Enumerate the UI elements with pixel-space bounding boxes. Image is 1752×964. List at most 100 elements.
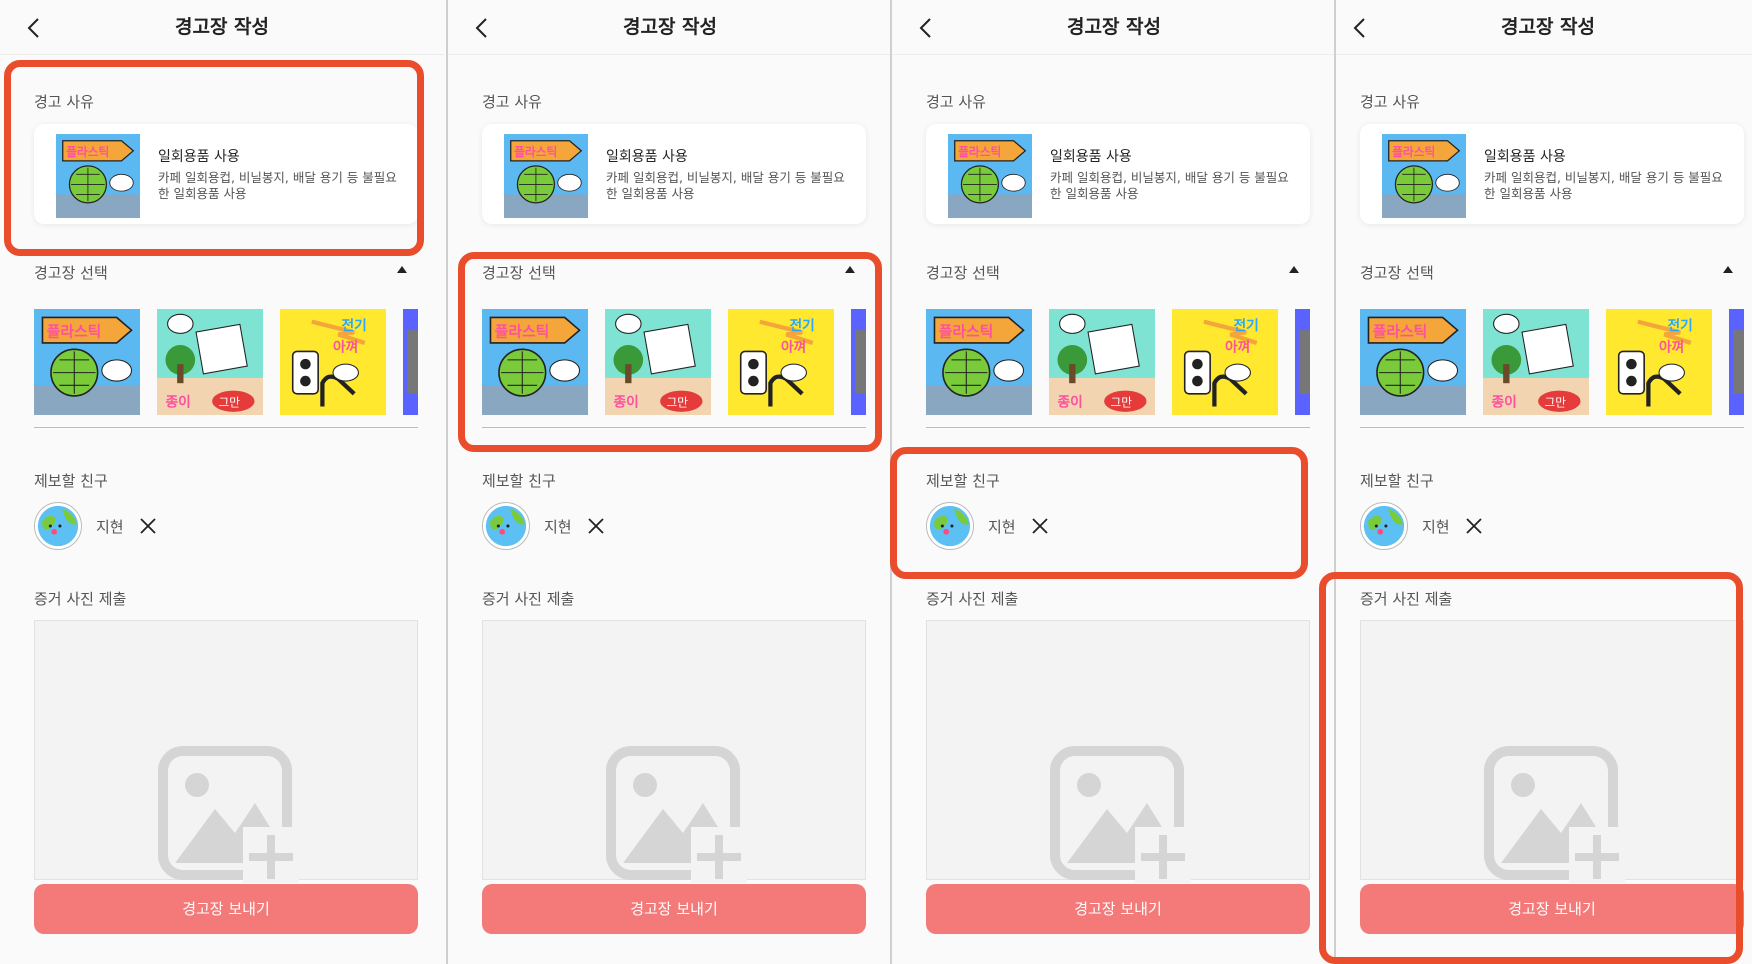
svg-text:전기: 전기 bbox=[789, 317, 814, 334]
reason-card-description: 카페 일회용컵, 비닐봉지, 배달 용기 등 불필요한 일회용품 사용 bbox=[606, 170, 845, 201]
svg-text:플라스틱: 플라스틱 bbox=[66, 145, 109, 159]
svg-text:플라스틱: 플라스틱 bbox=[495, 323, 550, 341]
collapse-caret-icon[interactable] bbox=[397, 266, 407, 273]
friend-chip: 지현 bbox=[482, 502, 682, 552]
svg-text:그만: 그만 bbox=[1544, 396, 1566, 410]
screen-2: 경고장 작성 경고 사유 플라스틱 일회용품 사용 카페 일회용컵, 비닐봉지,… bbox=[446, 0, 890, 964]
evidence-photo-upload[interactable] bbox=[34, 620, 418, 883]
screen-3: 경고장 작성 경고 사유 플라스틱 일회용품 사용 카페 일회용컵, 비닐봉지,… bbox=[890, 0, 1334, 964]
svg-text:아껴: 아껴 bbox=[333, 338, 358, 355]
svg-text:그만: 그만 bbox=[218, 396, 240, 410]
header: 경고장 작성 bbox=[0, 0, 444, 55]
svg-text:아껴: 아껴 bbox=[1225, 338, 1250, 355]
svg-text:종이: 종이 bbox=[1491, 394, 1516, 411]
friend-name: 지현 bbox=[988, 518, 1016, 536]
svg-text:종이: 종이 bbox=[1057, 394, 1082, 411]
header: 경고장 작성 bbox=[448, 0, 890, 55]
warning-card-paper[interactable]: 종이 그만 bbox=[605, 309, 711, 415]
friend-label: 제보할 친구 bbox=[1360, 472, 1434, 490]
svg-text:플라스틱: 플라스틱 bbox=[958, 145, 1001, 159]
reason-card[interactable]: 플라스틱 일회용품 사용 카페 일회용컵, 비닐봉지, 배달 용기 등 불필요한… bbox=[34, 124, 418, 224]
storyboard: 경고장 작성 경고 사유 플라스틱 일회용품 사용 카페 일회용컵, 비닐봉지,… bbox=[0, 0, 1752, 964]
reason-card-description: 카페 일회용컵, 비닐봉지, 배달 용기 등 불필요한 일회용품 사용 bbox=[1050, 170, 1289, 201]
reason-card-title: 일회용품 사용 bbox=[606, 149, 688, 165]
earth-avatar-icon bbox=[926, 502, 974, 550]
collapse-caret-icon[interactable] bbox=[1723, 266, 1733, 273]
warning-card-electricity[interactable]: 전기아껴 bbox=[1172, 309, 1278, 415]
remove-friend-icon[interactable] bbox=[1464, 516, 1484, 536]
plastic-warning-card-icon: 플라스틱 bbox=[948, 134, 1032, 218]
selection-divider bbox=[926, 427, 1310, 428]
reason-card[interactable]: 플라스틱 일회용품 사용 카페 일회용컵, 비닐봉지, 배달 용기 등 불필요한… bbox=[926, 124, 1310, 224]
friend-chip: 지현 bbox=[926, 502, 1126, 552]
remove-friend-icon[interactable] bbox=[586, 516, 606, 536]
svg-text:전기: 전기 bbox=[1233, 317, 1258, 334]
remove-friend-icon[interactable] bbox=[1030, 516, 1050, 536]
warning-card-plastic[interactable]: 플라스틱 bbox=[482, 309, 588, 415]
page-title: 경고장 작성 bbox=[622, 16, 717, 38]
warning-card-plastic[interactable]: 플라스틱 bbox=[34, 309, 140, 415]
selection-label: 경고장 선택 bbox=[1360, 264, 1434, 282]
warning-card-paper[interactable]: 종이 그만 bbox=[1483, 309, 1589, 415]
send-warning-button[interactable]: 경고장 보내기 bbox=[482, 884, 866, 934]
reason-card[interactable]: 플라스틱 일회용품 사용 카페 일회용컵, 비닐봉지, 배달 용기 등 불필요한… bbox=[1360, 124, 1744, 224]
warning-card-partial[interactable] bbox=[1729, 309, 1744, 415]
warning-card-plastic[interactable]: 플라스틱 bbox=[926, 309, 1032, 415]
add-photo-icon bbox=[606, 746, 747, 883]
warning-card-strip[interactable]: 플라스틱 종이 그만 전기 아껴 bbox=[34, 309, 418, 415]
send-warning-button[interactable]: 경고장 보내기 bbox=[926, 884, 1310, 934]
evidence-label: 증거 사진 제출 bbox=[1360, 590, 1453, 608]
warning-card-strip[interactable]: 플라스틱 종이 그만 전기 아껴 bbox=[1360, 309, 1744, 415]
selection-label: 경고장 선택 bbox=[482, 264, 556, 282]
warning-card-partial[interactable] bbox=[1295, 309, 1310, 415]
svg-text:종이: 종이 bbox=[165, 394, 190, 411]
screen-1: 경고장 작성 경고 사유 플라스틱 일회용품 사용 카페 일회용컵, 비닐봉지,… bbox=[0, 0, 446, 964]
evidence-photo-upload[interactable] bbox=[926, 620, 1310, 883]
warning-card-strip[interactable]: 플라스틱 종이 그만 전기 아껴 bbox=[482, 309, 866, 415]
send-warning-button[interactable]: 경고장 보내기 bbox=[34, 884, 418, 934]
warning-card-electricity[interactable]: 전기 아껴 bbox=[280, 309, 386, 415]
svg-text:종이: 종이 bbox=[613, 394, 638, 411]
reason-card[interactable]: 플라스틱 일회용품 사용 카페 일회용컵, 비닐봉지, 배달 용기 등 불필요한… bbox=[482, 124, 866, 224]
warning-card-partial[interactable] bbox=[851, 309, 866, 415]
reason-card-title: 일회용품 사용 bbox=[1484, 149, 1566, 165]
reason-label: 경고 사유 bbox=[1360, 93, 1420, 111]
evidence-photo-upload[interactable] bbox=[1360, 620, 1744, 883]
warning-card-partial[interactable] bbox=[403, 309, 418, 415]
warning-card-electricity[interactable]: 전기 아껴 bbox=[728, 309, 834, 415]
add-photo-icon bbox=[158, 746, 299, 883]
warning-card-paper[interactable]: 종이 그만 bbox=[1049, 309, 1155, 415]
reason-label: 경고 사유 bbox=[926, 93, 986, 111]
friend-label: 제보할 친구 bbox=[482, 472, 556, 490]
page-title: 경고장 작성 bbox=[1066, 16, 1161, 38]
selection-divider bbox=[34, 427, 418, 428]
add-photo-icon bbox=[1050, 746, 1191, 883]
collapse-caret-icon[interactable] bbox=[1289, 266, 1299, 273]
warning-card-strip[interactable]: 플라스틱 종이 그만 전기아껴 bbox=[926, 309, 1310, 415]
send-warning-button[interactable]: 경고장 보내기 bbox=[1360, 884, 1744, 934]
warning-card-paper[interactable]: 종이 그만 bbox=[157, 309, 263, 415]
friend-chip: 지현 bbox=[34, 502, 234, 552]
selection-divider bbox=[1360, 427, 1744, 428]
svg-text:전기: 전기 bbox=[1667, 317, 1692, 334]
selection-label: 경고장 선택 bbox=[926, 264, 1000, 282]
friend-label: 제보할 친구 bbox=[34, 472, 108, 490]
warning-card-plastic[interactable]: 플라스틱 bbox=[1360, 309, 1466, 415]
svg-text:플라스틱: 플라스틱 bbox=[1373, 323, 1428, 341]
collapse-caret-icon[interactable] bbox=[845, 266, 855, 273]
reason-card-title: 일회용품 사용 bbox=[1050, 149, 1132, 165]
warning-card-electricity[interactable]: 전기 아껴 bbox=[1606, 309, 1712, 415]
remove-friend-icon[interactable] bbox=[138, 516, 158, 536]
plastic-warning-card-icon: 플라스틱 bbox=[504, 134, 588, 218]
reason-label: 경고 사유 bbox=[482, 93, 542, 111]
page-title: 경고장 작성 bbox=[1500, 16, 1595, 38]
friend-name: 지현 bbox=[96, 518, 124, 536]
svg-text:플라스틱: 플라스틱 bbox=[939, 323, 994, 341]
evidence-label: 증거 사진 제출 bbox=[926, 590, 1019, 608]
header: 경고장 작성 bbox=[892, 0, 1334, 55]
reason-card-description: 카페 일회용컵, 비닐봉지, 배달 용기 등 불필요한 일회용품 사용 bbox=[1484, 170, 1723, 201]
reason-card-title: 일회용품 사용 bbox=[158, 149, 240, 165]
earth-avatar-icon bbox=[34, 502, 82, 550]
evidence-photo-upload[interactable] bbox=[482, 620, 866, 883]
earth-avatar-icon bbox=[482, 502, 530, 550]
